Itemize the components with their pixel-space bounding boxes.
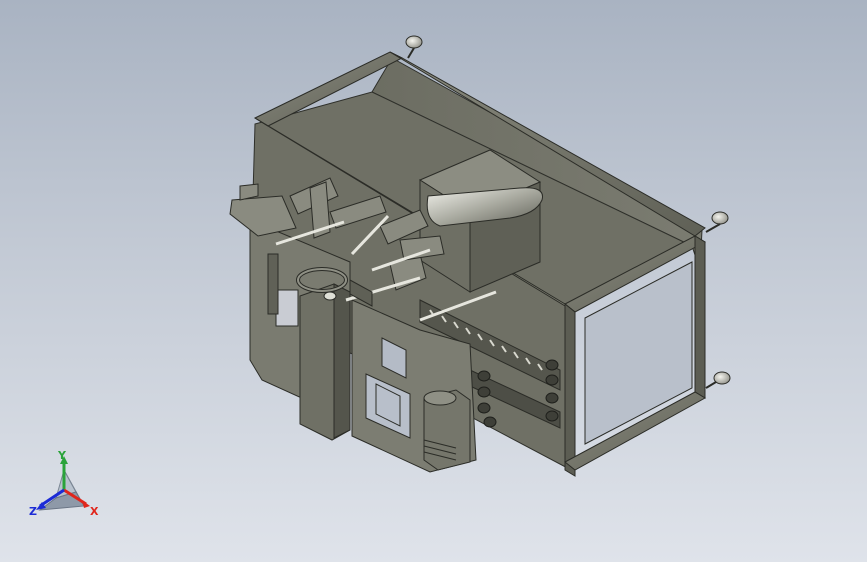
- frame-post-back-right: [694, 235, 706, 399]
- y-axis-label: Y: [58, 449, 66, 462]
- leveling-foot: [705, 371, 731, 389]
- machine-assembly-model[interactable]: [0, 0, 867, 562]
- orientation-triad[interactable]: Y X Z: [20, 448, 110, 528]
- leveling-foot: [705, 211, 729, 233]
- frame-post-front-right: [564, 302, 576, 477]
- cad-viewport[interactable]: Y X Z: [0, 0, 867, 562]
- x-axis-label: X: [90, 505, 99, 518]
- z-axis-label: Z: [29, 505, 37, 518]
- leveling-foot: [405, 35, 423, 59]
